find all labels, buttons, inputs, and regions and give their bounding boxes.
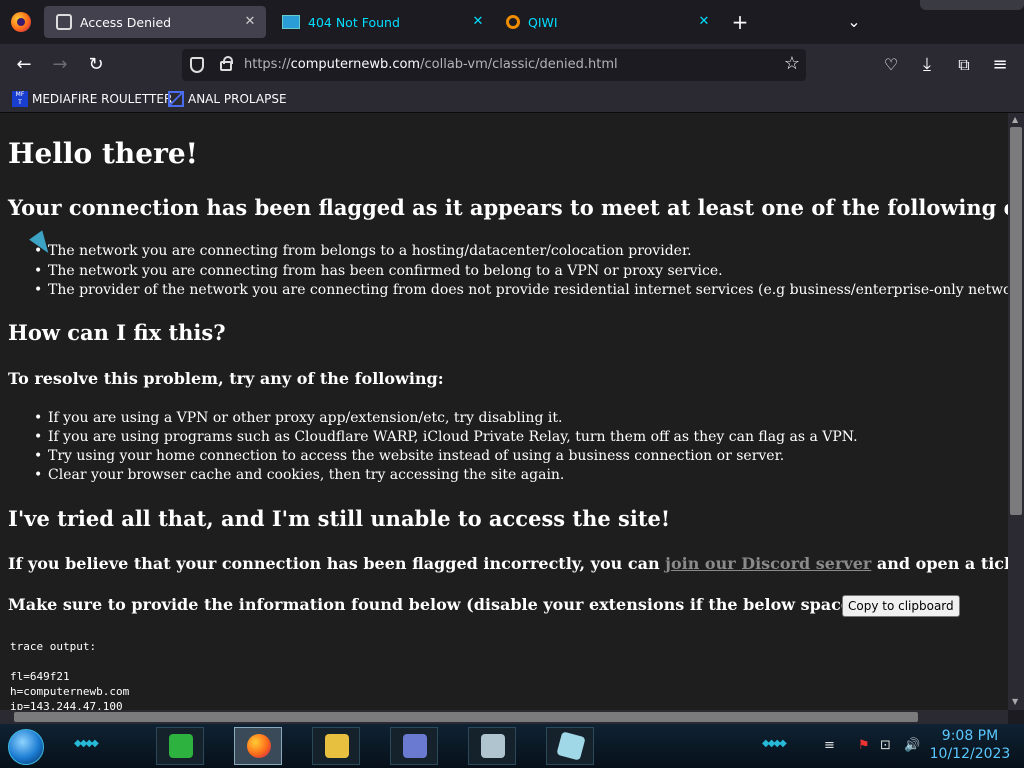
discord-link[interactable]: join our Discord server — [665, 554, 871, 573]
url-scheme: https:// — [244, 57, 291, 72]
hamburger-menu-icon[interactable]: ≡ — [987, 52, 1013, 78]
pocket-icon[interactable]: ♡ — [878, 52, 904, 78]
bookmark-favicon-icon — [168, 91, 184, 107]
close-tab-icon[interactable]: ✕ — [242, 14, 258, 29]
control-panel-icon — [403, 734, 427, 758]
tab-title: 404 Not Found — [308, 14, 400, 30]
provide-info-text: Make sure to provide the information fou… — [8, 595, 946, 614]
taskbar-app-spotify[interactable] — [156, 727, 204, 765]
url-text[interactable]: https://computernewb.com/collab-vm/class… — [244, 57, 618, 72]
new-tab-plus-icon[interactable]: + — [728, 10, 752, 34]
bookmark-second[interactable]: ANAL PROLAPSE — [168, 91, 287, 107]
flagged-heading: Your connection has been flagged as it a… — [8, 195, 1008, 220]
tab-favicon-icon — [56, 14, 72, 30]
horizontal-scrollbar[interactable] — [0, 710, 1008, 724]
folder-icon — [325, 734, 349, 758]
list-all-tabs-chevron-icon[interactable]: ⌄ — [842, 10, 866, 34]
start-orb-icon[interactable] — [8, 729, 44, 765]
monitor-graph-icon — [481, 734, 505, 758]
network-icon[interactable]: ⊡ — [880, 738, 891, 753]
discord-paragraph: If you believe that your connection has … — [8, 554, 1008, 573]
fix-heading: How can I fix this? — [8, 320, 226, 345]
trace-line: fl=649f21 — [10, 670, 70, 683]
firefox-menu-icon[interactable] — [11, 12, 31, 32]
lock-icon[interactable] — [220, 56, 233, 71]
downloads-icon[interactable]: ⤓ — [914, 52, 940, 78]
fix-item: Try using your home connection to access… — [34, 448, 784, 464]
taskbar-app-firefox[interactable] — [234, 727, 282, 765]
horizontal-scroll-thumb[interactable] — [14, 712, 918, 722]
address-bar[interactable]: https://computernewb.com/collab-vm/class… — [182, 49, 806, 81]
reload-icon[interactable]: ↻ — [83, 52, 109, 78]
extensions-puzzle-icon[interactable]: ⧉ — [951, 52, 977, 78]
url-path: /collab-vm/classic/denied.html — [420, 57, 618, 72]
bookmark-star-icon[interactable]: ☆ — [784, 53, 800, 74]
discord-prefix: If you believe that your connection has … — [8, 554, 660, 573]
taskbar-app-resource-monitor[interactable] — [468, 727, 516, 765]
tab-404-not-found[interactable]: 404 Not Found ✕ — [272, 6, 494, 38]
fix-item: If you are using programs such as Cloudf… — [34, 429, 858, 445]
close-tab-icon[interactable]: ✕ — [470, 14, 486, 29]
system-clock[interactable]: 9:08 PM 10/12/2023 — [928, 728, 1012, 762]
page-content: Hello there! Your connection has been fl… — [0, 113, 1008, 710]
tab-title: QIWI — [528, 14, 558, 30]
monitor-favicon-icon — [282, 15, 300, 29]
firefox-icon — [247, 734, 271, 758]
scroll-up-arrow-icon[interactable]: ▲ — [1012, 115, 1018, 124]
trace-label: trace output: — [10, 640, 97, 653]
close-tab-icon[interactable]: ✕ — [696, 14, 712, 29]
show-hidden-icons-icon[interactable]: ≡ — [824, 738, 835, 753]
navigation-toolbar: ← → ↻ https://computernewb.com/collab-vm… — [0, 44, 1024, 86]
url-host: computernewb.com — [290, 57, 421, 72]
tab-title: Access Denied — [80, 14, 172, 30]
bookmarks-toolbar: MF T MEDIAFIRE ROULETTER ANAL PROLAPSE — [0, 86, 1024, 113]
criteria-item: The network you are connecting from belo… — [34, 243, 692, 259]
tab-bar: Access Denied ✕ 404 Not Found ✕ QIWI ✕ +… — [0, 0, 1024, 44]
fix-item: Clear your browser cache and cookies, th… — [34, 467, 564, 483]
still-unable-heading: I've tried all that, and I'm still unabl… — [8, 506, 671, 531]
fix-item: If you are using a VPN or other proxy ap… — [34, 410, 562, 426]
spotify-icon — [169, 734, 193, 758]
taskbar-decoration: ◆◆◆◆ — [762, 738, 787, 749]
bookmark-mediafire[interactable]: MF T MEDIAFIRE ROULETTER — [12, 91, 172, 107]
tracking-protection-shield-icon[interactable] — [190, 57, 204, 73]
back-arrow-icon[interactable]: ← — [11, 52, 37, 78]
vertical-scroll-thumb[interactable] — [1010, 127, 1022, 515]
bookmark-label: ANAL PROLAPSE — [188, 92, 287, 106]
copy-to-clipboard-button[interactable]: Copy to clipboard — [842, 595, 960, 617]
taskbar-app-control-panel[interactable] — [390, 727, 438, 765]
mediafire-icon: MF T — [12, 91, 28, 107]
forward-arrow-icon[interactable]: → — [47, 52, 73, 78]
taskbar-app-explorer[interactable] — [312, 727, 360, 765]
scroll-down-arrow-icon[interactable]: ▼ — [1012, 697, 1018, 706]
trace-line: h=computernewb.com — [10, 685, 130, 698]
window-controls — [920, 0, 1024, 10]
tab-access-denied[interactable]: Access Denied ✕ — [44, 6, 266, 38]
criteria-item: The provider of the network you are conn… — [34, 282, 1008, 298]
bookmark-label: MEDIAFIRE ROULETTER — [32, 92, 173, 106]
page-heading: Hello there! — [8, 137, 198, 170]
resolve-heading: To resolve this problem, try any of the … — [8, 369, 444, 388]
taskbar-app-notes[interactable] — [546, 727, 594, 765]
trace-line: ip=143.244.47.100 — [10, 700, 123, 710]
clock-date: 10/12/2023 — [929, 746, 1011, 762]
volume-icon[interactable]: 🔊 — [904, 738, 920, 753]
criteria-item: The network you are connecting from has … — [34, 263, 723, 279]
taskbar: ◆◆◆◆ ◆◆◆◆ ≡ ⚑ ⊡ 🔊 9:08 PM 10/12/2023 — [0, 724, 1024, 768]
discord-suffix: and open a ticket. — [876, 554, 1008, 573]
tab-qiwi[interactable]: QIWI ✕ — [498, 6, 720, 38]
qiwi-favicon-icon — [506, 15, 520, 29]
clock-time: 9:08 PM — [941, 728, 999, 744]
action-center-flag-icon[interactable]: ⚑ — [858, 738, 870, 753]
vertical-scrollbar[interactable]: ▲ ▼ — [1008, 113, 1024, 710]
taskbar-decoration: ◆◆◆◆ — [74, 738, 99, 749]
notepad-icon — [556, 731, 586, 761]
